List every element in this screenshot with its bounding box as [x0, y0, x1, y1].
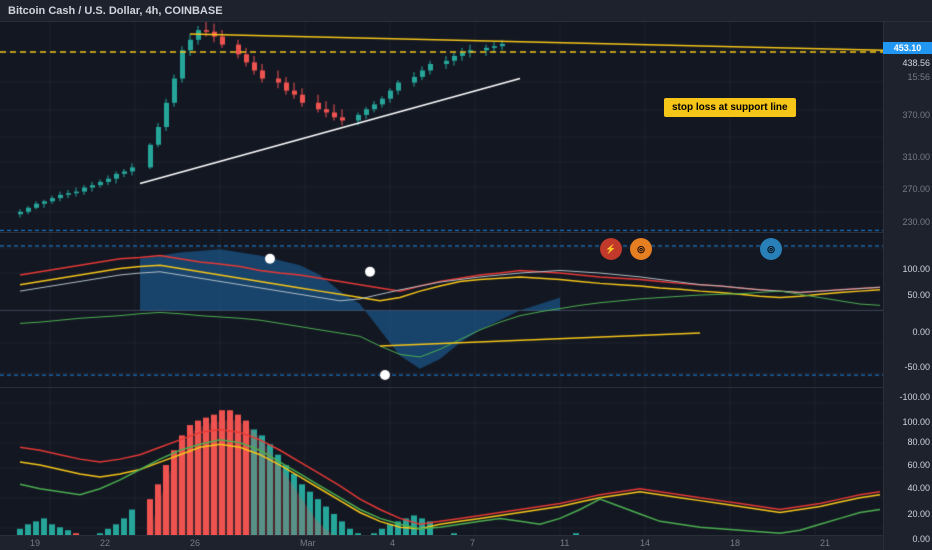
date-label: Mar [300, 538, 316, 548]
date-label: 26 [190, 538, 200, 548]
date-label: 18 [730, 538, 740, 548]
chart-header: Bitcoin Cash / U.S. Dollar, 4h, COINBASE [0, 0, 932, 22]
price-chart-canvas [0, 22, 883, 232]
indicator1-canvas [0, 233, 883, 387]
ind1-price-label: 0.00 [912, 327, 930, 337]
price-axis-label: 15:56 [907, 72, 930, 82]
indicator-icon-3[interactable]: ◎ [760, 238, 782, 260]
ind2-price-label: 20.00 [907, 509, 930, 519]
indicator-panel-2 [0, 387, 883, 550]
price-axis: 453.10453.10438.5615:56370.00310.00270.0… [883, 22, 932, 550]
date-label: 19 [30, 538, 40, 548]
date-label: 22 [100, 538, 110, 548]
date-label: 4 [390, 538, 395, 548]
ind1-price-label: 100.00 [902, 264, 930, 274]
stop-loss-annotation: stop loss at support line [664, 98, 796, 117]
date-label: 11 [560, 538, 569, 548]
main-chart [0, 22, 883, 232]
price-axis-label: 310.00 [902, 152, 930, 162]
current-price-box: 453.10 [883, 42, 932, 54]
indicator-icon-1[interactable]: ⚡ [600, 238, 622, 260]
price-axis-label: 370.00 [902, 110, 930, 120]
price-axis-label: 270.00 [902, 184, 930, 194]
ind1-price-label: -50.00 [904, 362, 930, 372]
indicator-panel-1: ⚡ ◎ ◎ [0, 232, 883, 387]
ind2-price-label: 100.00 [902, 417, 930, 427]
date-label: 7 [470, 538, 475, 548]
ind1-price-label: -100.00 [899, 392, 930, 402]
ind2-price-label: 40.00 [907, 483, 930, 493]
chart-title: Bitcoin Cash / U.S. Dollar, 4h, COINBASE [8, 5, 223, 17]
current-price-value: 453.10 [883, 43, 932, 53]
ind1-price-label: 50.00 [907, 290, 930, 300]
date-labels: 19 22 26 Mar 4 7 11 14 18 21 [0, 535, 883, 550]
ind2-price-label: 80.00 [907, 437, 930, 447]
indicator2-canvas [0, 388, 883, 550]
date-label: 21 [820, 538, 830, 548]
price-axis-label: 438.56 [902, 58, 930, 68]
ind2-price-label: 0.00 [912, 534, 930, 544]
date-label: 14 [640, 538, 650, 548]
indicator-icon-2[interactable]: ◎ [630, 238, 652, 260]
ind2-price-label: 60.00 [907, 460, 930, 470]
chart-container: Bitcoin Cash / U.S. Dollar, 4h, COINBASE… [0, 0, 932, 550]
price-axis-label: 230.00 [902, 217, 930, 227]
